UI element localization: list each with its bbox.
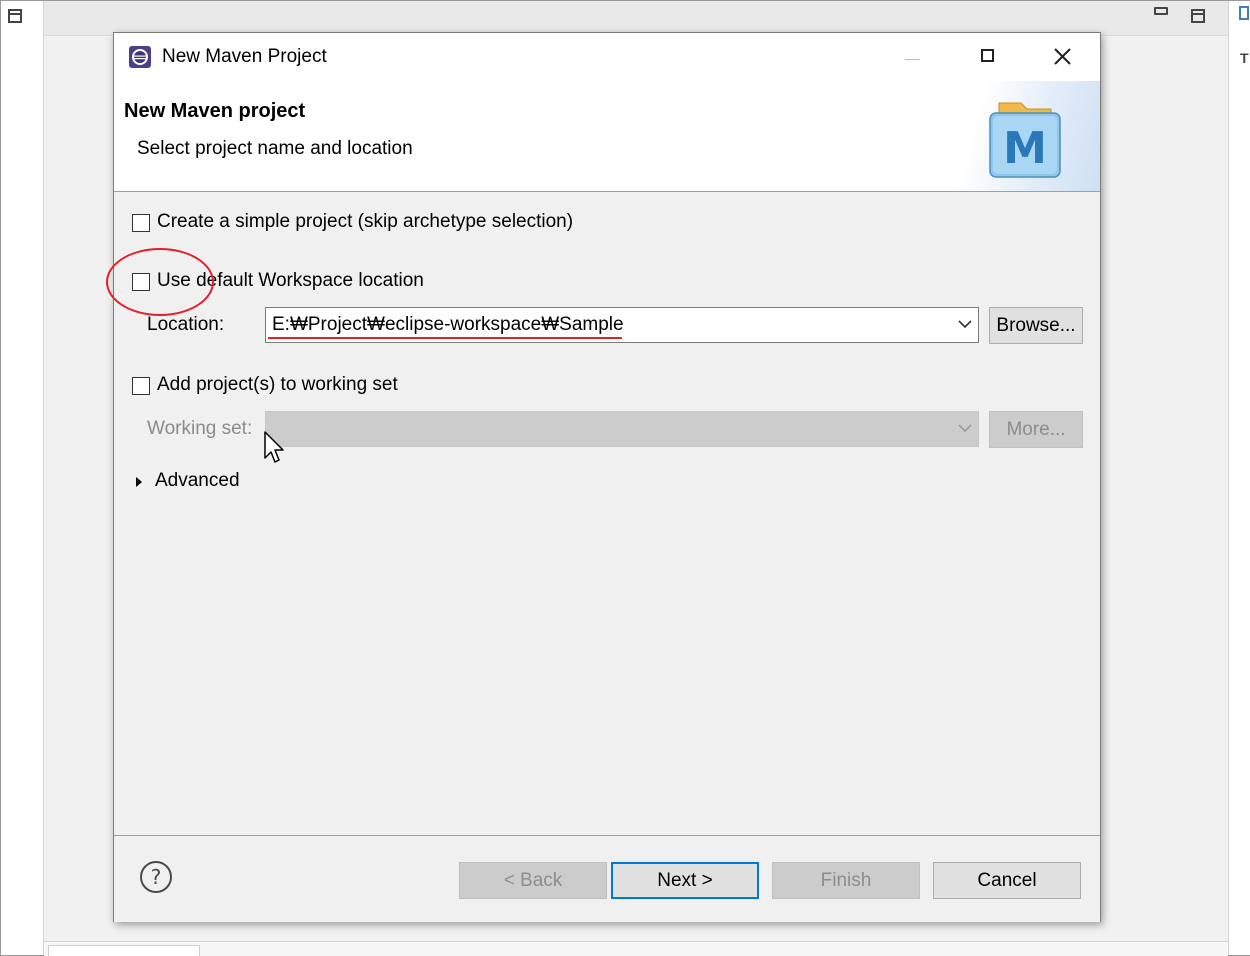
working-set-checkbox-label[interactable]: Add project(s) to working set bbox=[157, 374, 398, 396]
minimize-view-icon[interactable] bbox=[1154, 7, 1168, 15]
location-value[interactable]: E:₩Project₩eclipse-workspace₩Sample bbox=[272, 314, 624, 336]
maximize-view-icon[interactable] bbox=[1191, 9, 1205, 23]
outline-view-icon[interactable] bbox=[1239, 6, 1249, 20]
wizard-footer: ? < Back Next > Finish Cancel bbox=[114, 835, 1100, 922]
new-maven-project-dialog: New Maven Project New Maven project Sele… bbox=[113, 32, 1101, 922]
simple-project-label[interactable]: Create a simple project (skip archetype … bbox=[157, 211, 573, 233]
svg-text:?: ? bbox=[151, 865, 162, 889]
cancel-button[interactable]: Cancel bbox=[933, 862, 1081, 899]
chevron-down-icon[interactable] bbox=[958, 423, 972, 433]
maven-folder-icon: M bbox=[989, 102, 1061, 178]
dialog-title: New Maven Project bbox=[162, 46, 327, 67]
task-view-icon[interactable]: T bbox=[1240, 50, 1249, 66]
banner-subtitle: Select project name and location bbox=[137, 138, 413, 159]
next-button[interactable]: Next > bbox=[611, 862, 759, 899]
working-set-combo[interactable] bbox=[265, 411, 979, 447]
expand-triangle-icon[interactable] bbox=[136, 477, 142, 487]
mouse-cursor-icon bbox=[264, 431, 284, 463]
minimize-button[interactable] bbox=[890, 39, 934, 75]
wizard-content: Create a simple project (skip archetype … bbox=[114, 192, 1100, 835]
annotation-underline bbox=[268, 337, 622, 339]
restore-view-icon[interactable] bbox=[8, 9, 22, 23]
annotation-circle bbox=[106, 248, 214, 316]
close-icon bbox=[1054, 48, 1071, 65]
simple-project-checkbox[interactable] bbox=[132, 214, 150, 232]
browse-button[interactable]: Browse... bbox=[989, 307, 1083, 344]
back-button[interactable]: < Back bbox=[459, 862, 607, 899]
eclipse-icon bbox=[129, 46, 151, 68]
more-button[interactable]: More... bbox=[989, 411, 1083, 448]
maven-letter: M bbox=[1003, 123, 1047, 174]
ide-bottom-tab bbox=[48, 945, 200, 956]
ide-left-panel bbox=[1, 1, 44, 955]
finish-button[interactable]: Finish bbox=[772, 862, 920, 899]
working-set-checkbox[interactable] bbox=[132, 377, 150, 395]
ide-bottom-panel bbox=[44, 941, 1228, 956]
close-button[interactable] bbox=[1040, 39, 1084, 75]
working-set-label: Working set: bbox=[147, 418, 253, 439]
ide-editor-toolbar bbox=[44, 1, 1228, 36]
chevron-down-icon[interactable] bbox=[958, 319, 972, 329]
maximize-button[interactable] bbox=[966, 39, 1010, 75]
wizard-banner: New Maven project Select project name an… bbox=[114, 81, 1100, 192]
help-icon[interactable]: ? bbox=[139, 860, 173, 894]
advanced-section-toggle[interactable]: Advanced bbox=[155, 470, 240, 492]
ide-right-panel bbox=[1228, 1, 1250, 955]
location-label: Location: bbox=[147, 314, 225, 335]
dialog-titlebar: New Maven Project bbox=[114, 33, 1100, 81]
banner-title: New Maven project bbox=[124, 100, 306, 122]
